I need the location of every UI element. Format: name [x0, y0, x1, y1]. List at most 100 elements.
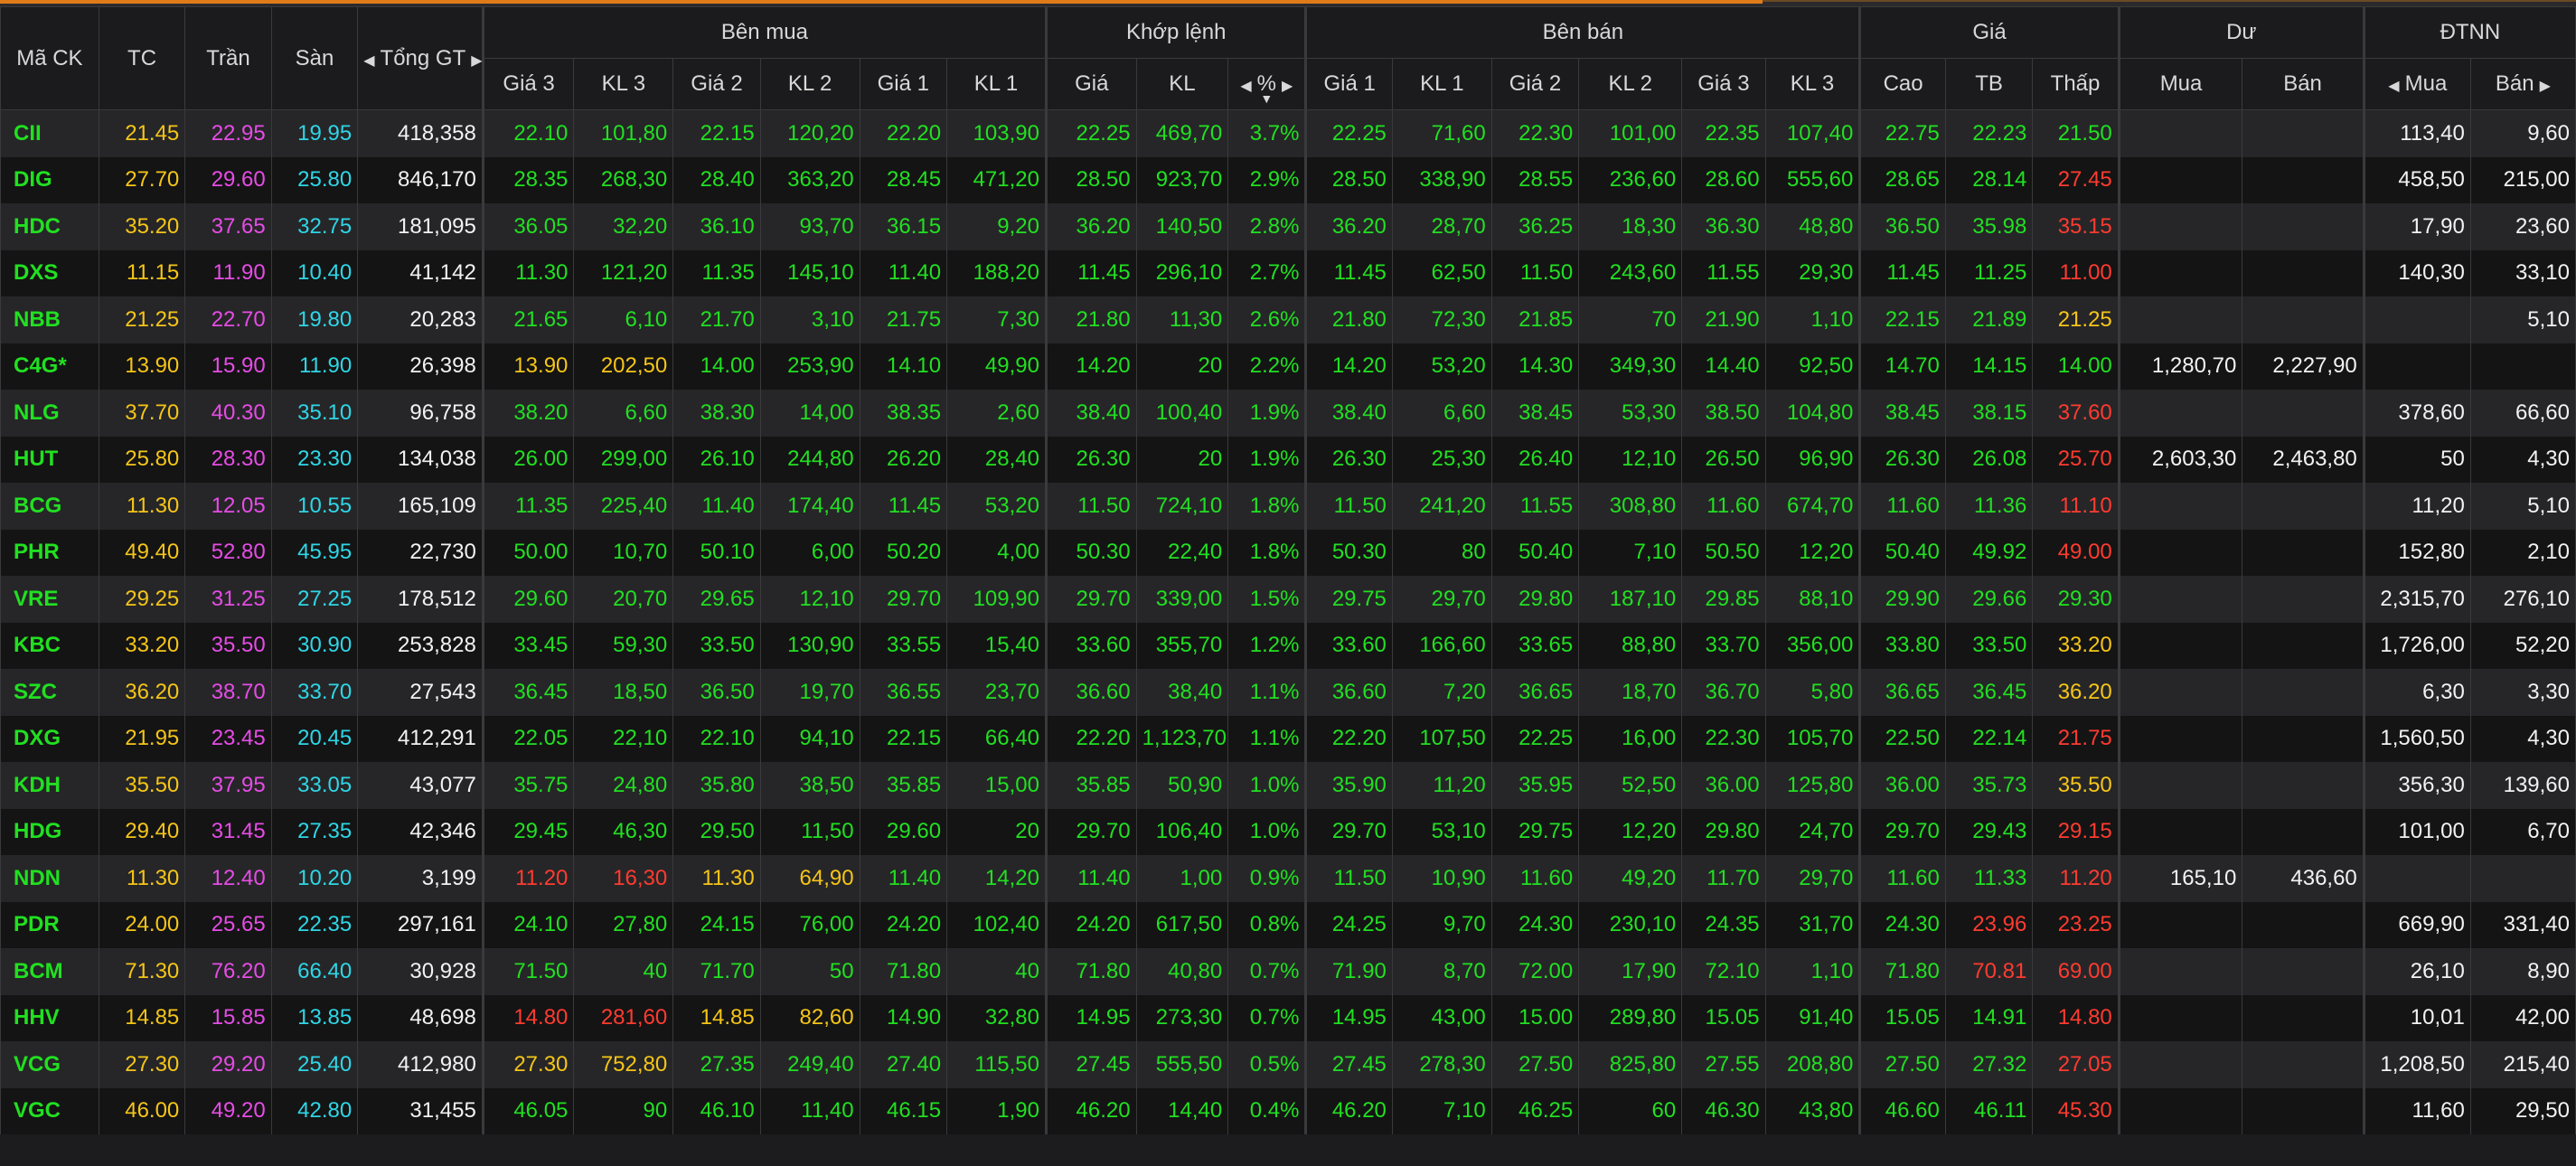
col-header-sell-price3[interactable]: Giá 3 [1681, 58, 1766, 110]
table-row[interactable]: PHR 49.40 52.80 45.95 22,730 50.00 10,70 50.10 6… [0, 529, 2576, 576]
col-header-symbol[interactable]: Mã CK [0, 6, 99, 110]
symbol-cell[interactable]: HHV [0, 994, 99, 1041]
sell-vol3-cell: 555,60 [1764, 156, 1862, 203]
caret-right-icon[interactable]: ▶ [2540, 79, 2551, 94]
table-row[interactable]: HHV 14.85 15.85 13.85 48,698 14.80 281,60 14.85… [0, 994, 2576, 1041]
symbol-cell[interactable]: DIG [0, 156, 99, 203]
sell-price3-cell: 29.85 [1681, 576, 1766, 623]
table-row[interactable]: NLG 37.70 40.30 35.10 96,758 38.20 6,60 38.30 14… [0, 390, 2576, 437]
residual-sell-cell [2242, 203, 2365, 250]
col-header-sell-vol2[interactable]: KL 2 [1578, 58, 1683, 110]
col-header-ceiling[interactable]: Trần [184, 6, 272, 110]
table-row[interactable]: BCM 71.30 76.20 66.40 30,928 71.50 40 71.70 50 71… [0, 948, 2576, 995]
table-row[interactable]: HDC 35.20 37.65 32.75 181,095 36.05 32,20 36.10… [0, 203, 2576, 250]
symbol-cell[interactable]: NBB [0, 296, 99, 343]
caret-right-icon[interactable]: ▶ [1282, 79, 1293, 94]
sell-price1-cell: 11.50 [1305, 483, 1393, 530]
buy-vol3-cell: 268,30 [573, 156, 674, 203]
symbol-cell[interactable]: KDH [0, 762, 99, 809]
table-row[interactable]: NBB 21.25 22.70 19.80 20,283 21.65 6,10 21.70 3,… [0, 296, 2576, 343]
symbol-cell[interactable]: KBC [0, 622, 99, 669]
table-row[interactable]: DXS 11.15 11.90 10.40 41,142 11.30 121,20 11.35… [0, 249, 2576, 296]
sell-vol3-cell: 29,30 [1764, 249, 1862, 296]
sell-vol3-cell: 125,80 [1764, 762, 1862, 809]
symbol-cell[interactable]: HUT [0, 436, 99, 483]
table-row[interactable]: CII 21.45 22.95 19.95 418,358 22.10 101,80 22.1… [0, 109, 2576, 157]
table-row[interactable]: VRE 29.25 31.25 27.25 178,512 29.60 20,70 29.65… [0, 576, 2576, 623]
symbol-cell[interactable]: SZC [0, 669, 99, 716]
symbol-cell[interactable]: HDG [0, 808, 99, 855]
table-row[interactable]: C4G* 13.90 15.90 11.90 26,398 13.90 202,50 14.0… [0, 343, 2576, 390]
sort-desc-icon[interactable]: ▼ [1260, 91, 1273, 106]
col-header-sell-vol1[interactable]: KL 1 [1391, 58, 1492, 110]
col-header-buy-price1[interactable]: Giá 1 [859, 58, 948, 110]
table-row[interactable]: DIG 27.70 29.60 25.80 846,170 28.35 268,30 28.4… [0, 156, 2576, 203]
table-row[interactable]: VGC 46.00 49.20 42.80 31,455 46.05 90 46.10 11,4… [0, 1087, 2576, 1134]
symbol-cell[interactable]: PHR [0, 529, 99, 576]
symbol-cell[interactable]: C4G* [0, 343, 99, 390]
residual-buy-cell [2118, 109, 2243, 157]
col-header-total-value[interactable]: ◀ Tổng GT ▶ [357, 6, 484, 110]
average-price-cell: 11.33 [1944, 855, 2034, 902]
symbol-cell[interactable]: HDC [0, 203, 99, 250]
col-header-buy-price3[interactable]: Giá 3 [482, 58, 575, 110]
table-row[interactable]: NDN 11.30 12.40 10.20 3,199 11.20 16,30 11.30 64… [0, 855, 2576, 902]
symbol-cell[interactable]: DXG [0, 715, 99, 762]
symbol-cell[interactable]: NLG [0, 390, 99, 437]
col-header-match-percent[interactable]: ◀% ▶ ▼ [1227, 58, 1308, 110]
symbol-cell[interactable]: PDR [0, 901, 99, 948]
caret-right-icon[interactable]: ▶ [471, 53, 482, 69]
col-header-foreign-sell[interactable]: Bán ▶ [2469, 58, 2576, 110]
sell-vol1-cell: 166,60 [1391, 622, 1492, 669]
buy-price1-cell: 71.80 [859, 948, 948, 995]
table-row[interactable]: DXG 21.95 23.45 20.45 412,291 22.05 22,10 22.10… [0, 715, 2576, 762]
table-row[interactable]: PDR 24.00 25.65 22.35 297,161 24.10 27,80 24.15… [0, 901, 2576, 948]
reference-price-cell: 13.90 [98, 343, 186, 390]
col-header-match-price[interactable]: Giá [1045, 58, 1137, 110]
symbol-cell[interactable]: BCG [0, 483, 99, 530]
col-header-reference[interactable]: TC [98, 6, 186, 110]
sell-price3-cell: 11.60 [1681, 483, 1766, 530]
symbol-cell[interactable]: VGC [0, 1087, 99, 1134]
symbol-cell[interactable]: VCG [0, 1041, 99, 1088]
col-header-high[interactable]: Cao [1859, 58, 1946, 110]
col-header-sell-price1[interactable]: Giá 1 [1305, 58, 1393, 110]
col-header-average[interactable]: TB [1944, 58, 2034, 110]
col-header-sell-price2[interactable]: Giá 2 [1490, 58, 1580, 110]
col-header-sell-vol3[interactable]: KL 3 [1764, 58, 1862, 110]
caret-left-icon[interactable]: ◀ [1240, 79, 1251, 94]
col-header-residual-sell[interactable]: Bán [2242, 58, 2365, 110]
table-row[interactable]: HUT 25.80 28.30 23.30 134,038 26.00 299,00 26.1… [0, 436, 2576, 483]
sell-price2-cell: 46.25 [1490, 1087, 1580, 1134]
col-header-buy-vol2[interactable]: KL 2 [759, 58, 860, 110]
buy-price1-cell: 14.90 [859, 994, 948, 1041]
low-price-cell: 69.00 [2032, 948, 2120, 995]
col-header-buy-vol1[interactable]: KL 1 [946, 58, 1048, 110]
col-header-foreign-buy[interactable]: ◀ Mua [2363, 58, 2471, 110]
col-header-buy-price2[interactable]: Giá 2 [672, 58, 761, 110]
table-row[interactable]: KBC 33.20 35.50 30.90 253,828 33.45 59,30 33.50… [0, 622, 2576, 669]
caret-left-icon[interactable]: ◀ [363, 53, 374, 69]
symbol-cell[interactable]: BCM [0, 948, 99, 995]
table-row[interactable]: KDH 35.50 37.95 33.05 43,077 35.75 24,80 35.80 3… [0, 762, 2576, 809]
sell-price3-cell: 27.55 [1681, 1041, 1766, 1088]
table-row[interactable]: VCG 27.30 29.20 25.40 412,980 27.30 752,80 27.3… [0, 1041, 2576, 1088]
table-row[interactable]: BCG 11.30 12.05 10.55 165,109 11.35 225,40 11.4… [0, 483, 2576, 530]
table-row[interactable]: SZC 36.20 38.70 33.70 27,543 36.45 18,50 36.50 1… [0, 669, 2576, 716]
symbol-cell[interactable]: VRE [0, 576, 99, 623]
col-header-buy-vol3[interactable]: KL 3 [573, 58, 674, 110]
symbol-cell[interactable]: NDN [0, 855, 99, 902]
reference-price-cell: 11.30 [98, 483, 186, 530]
col-header-low[interactable]: Thấp [2032, 58, 2120, 110]
buy-vol2-cell: 12,10 [759, 576, 860, 623]
col-header-residual-buy[interactable]: Mua [2118, 58, 2243, 110]
buy-price2-cell: 36.10 [672, 203, 761, 250]
buy-price2-cell: 27.35 [672, 1041, 761, 1088]
symbol-cell[interactable]: DXS [0, 249, 99, 296]
col-header-floor[interactable]: Sàn [270, 6, 359, 110]
floor-price-cell: 30.90 [270, 622, 359, 669]
caret-left-icon[interactable]: ◀ [2388, 79, 2399, 94]
table-row[interactable]: HDG 29.40 31.45 27.35 42,346 29.45 46,30 29.50 1… [0, 808, 2576, 855]
col-header-match-vol[interactable]: KL [1135, 58, 1229, 110]
symbol-cell[interactable]: CII [0, 109, 99, 157]
